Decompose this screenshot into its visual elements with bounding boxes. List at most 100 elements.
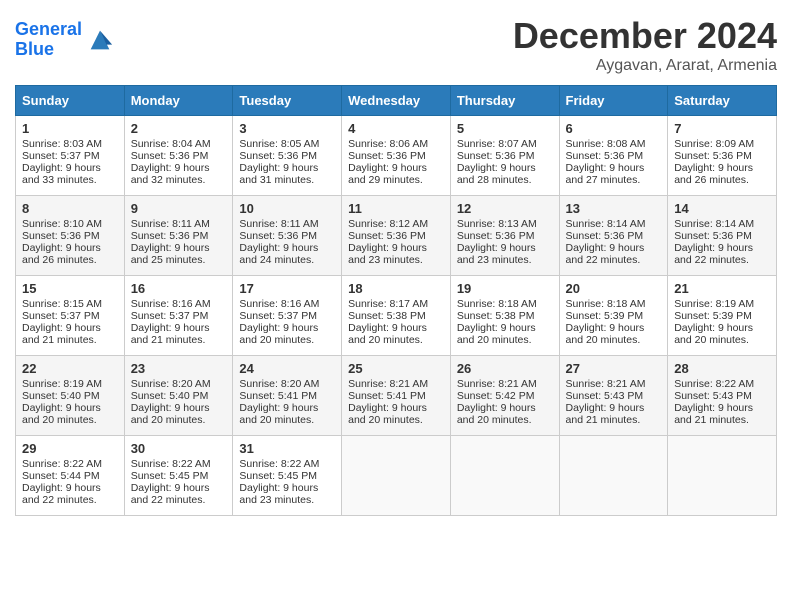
daylight-text: Daylight: 9 hours and 33 minutes. <box>22 162 101 186</box>
sunset-text: Sunset: 5:36 PM <box>457 150 535 162</box>
sunset-text: Sunset: 5:37 PM <box>131 310 209 322</box>
calendar-cell: 17Sunrise: 8:16 AMSunset: 5:37 PMDayligh… <box>233 276 342 356</box>
calendar-cell: 22Sunrise: 8:19 AMSunset: 5:40 PMDayligh… <box>16 356 125 436</box>
sunrise-text: Sunrise: 8:17 AM <box>348 298 428 310</box>
title-block: December 2024 Aygavan, Ararat, Armenia <box>513 15 777 75</box>
sunrise-text: Sunrise: 8:22 AM <box>131 458 211 470</box>
day-number: 17 <box>239 281 335 296</box>
sunset-text: Sunset: 5:40 PM <box>22 390 100 402</box>
sunset-text: Sunset: 5:36 PM <box>131 150 209 162</box>
sunset-text: Sunset: 5:36 PM <box>348 230 426 242</box>
day-number: 4 <box>348 121 444 136</box>
sunset-text: Sunset: 5:40 PM <box>131 390 209 402</box>
daylight-text: Daylight: 9 hours and 22 minutes. <box>131 482 210 506</box>
calendar-cell: 14Sunrise: 8:14 AMSunset: 5:36 PMDayligh… <box>668 196 777 276</box>
sunrise-text: Sunrise: 8:14 AM <box>674 218 754 230</box>
daylight-text: Daylight: 9 hours and 26 minutes. <box>674 162 753 186</box>
sunset-text: Sunset: 5:36 PM <box>674 150 752 162</box>
calendar-cell: 27Sunrise: 8:21 AMSunset: 5:43 PMDayligh… <box>559 356 668 436</box>
calendar-cell: 21Sunrise: 8:19 AMSunset: 5:39 PMDayligh… <box>668 276 777 356</box>
daylight-text: Daylight: 9 hours and 22 minutes. <box>674 242 753 266</box>
sunrise-text: Sunrise: 8:11 AM <box>131 218 210 230</box>
daylight-text: Daylight: 9 hours and 27 minutes. <box>566 162 645 186</box>
calendar-cell: 31Sunrise: 8:22 AMSunset: 5:45 PMDayligh… <box>233 436 342 516</box>
day-number: 12 <box>457 201 553 216</box>
calendar-cell: 9Sunrise: 8:11 AMSunset: 5:36 PMDaylight… <box>124 196 233 276</box>
sunset-text: Sunset: 5:36 PM <box>457 230 535 242</box>
day-number: 11 <box>348 201 444 216</box>
daylight-text: Daylight: 9 hours and 29 minutes. <box>348 162 427 186</box>
daylight-text: Daylight: 9 hours and 26 minutes. <box>22 242 101 266</box>
calendar-cell: 30Sunrise: 8:22 AMSunset: 5:45 PMDayligh… <box>124 436 233 516</box>
daylight-text: Daylight: 9 hours and 23 minutes. <box>239 482 318 506</box>
day-number: 3 <box>239 121 335 136</box>
calendar-cell: 28Sunrise: 8:22 AMSunset: 5:43 PMDayligh… <box>668 356 777 436</box>
sunset-text: Sunset: 5:43 PM <box>566 390 644 402</box>
calendar-cell: 13Sunrise: 8:14 AMSunset: 5:36 PMDayligh… <box>559 196 668 276</box>
sunrise-text: Sunrise: 8:22 AM <box>239 458 319 470</box>
calendar-week-row: 22Sunrise: 8:19 AMSunset: 5:40 PMDayligh… <box>16 356 777 436</box>
day-number: 16 <box>131 281 227 296</box>
calendar-cell: 25Sunrise: 8:21 AMSunset: 5:41 PMDayligh… <box>342 356 451 436</box>
month-year-title: December 2024 <box>513 15 777 57</box>
day-number: 5 <box>457 121 553 136</box>
daylight-text: Daylight: 9 hours and 20 minutes. <box>22 402 101 426</box>
calendar-cell: 6Sunrise: 8:08 AMSunset: 5:36 PMDaylight… <box>559 116 668 196</box>
day-number: 21 <box>674 281 770 296</box>
day-number: 9 <box>131 201 227 216</box>
daylight-text: Daylight: 9 hours and 23 minutes. <box>348 242 427 266</box>
sunrise-text: Sunrise: 8:16 AM <box>131 298 211 310</box>
daylight-text: Daylight: 9 hours and 20 minutes. <box>239 402 318 426</box>
day-number: 23 <box>131 361 227 376</box>
sunrise-text: Sunrise: 8:19 AM <box>22 378 102 390</box>
sunset-text: Sunset: 5:44 PM <box>22 470 100 482</box>
sunset-text: Sunset: 5:36 PM <box>22 230 100 242</box>
calendar-cell: 4 Sunrise: 8:06 AMSunset: 5:36 PMDaylight… <box>342 116 451 196</box>
logo-blue: Blue <box>15 39 54 59</box>
daylight-text: Daylight: 9 hours and 22 minutes. <box>22 482 101 506</box>
sunrise-text: Sunrise: 8:05 AM <box>239 138 319 150</box>
day-number: 13 <box>566 201 662 216</box>
sunset-text: Sunset: 5:36 PM <box>239 230 317 242</box>
calendar-cell: 29Sunrise: 8:22 AMSunset: 5:44 PMDayligh… <box>16 436 125 516</box>
day-number: 27 <box>566 361 662 376</box>
calendar-cell: 7Sunrise: 8:09 AMSunset: 5:36 PMDaylight… <box>668 116 777 196</box>
sunset-text: Sunset: 5:45 PM <box>131 470 209 482</box>
sunrise-text: Sunrise: 8:06 AM <box>348 138 428 150</box>
sunrise-text: Sunrise: 8:15 AM <box>22 298 102 310</box>
sunrise-text: Sunrise: 8:08 AM <box>566 138 646 150</box>
calendar-header-row: SundayMondayTuesdayWednesdayThursdayFrid… <box>16 86 777 116</box>
page-header: General Blue December 2024 Aygavan, Arar… <box>15 15 777 75</box>
sunrise-text: Sunrise: 8:22 AM <box>674 378 754 390</box>
day-number: 24 <box>239 361 335 376</box>
day-number: 28 <box>674 361 770 376</box>
daylight-text: Daylight: 9 hours and 20 minutes. <box>457 322 536 346</box>
header-saturday: Saturday <box>668 86 777 116</box>
sunset-text: Sunset: 5:41 PM <box>239 390 317 402</box>
daylight-text: Daylight: 9 hours and 23 minutes. <box>457 242 536 266</box>
sunrise-text: Sunrise: 8:04 AM <box>131 138 211 150</box>
day-number: 31 <box>239 441 335 456</box>
calendar-cell <box>668 436 777 516</box>
day-number: 7 <box>674 121 770 136</box>
day-number: 20 <box>566 281 662 296</box>
sunset-text: Sunset: 5:36 PM <box>348 150 426 162</box>
day-number: 6 <box>566 121 662 136</box>
day-number: 26 <box>457 361 553 376</box>
sunrise-text: Sunrise: 8:21 AM <box>457 378 537 390</box>
daylight-text: Daylight: 9 hours and 20 minutes. <box>674 322 753 346</box>
sunset-text: Sunset: 5:37 PM <box>239 310 317 322</box>
sunrise-text: Sunrise: 8:22 AM <box>22 458 102 470</box>
sunrise-text: Sunrise: 8:18 AM <box>457 298 537 310</box>
sunrise-text: Sunrise: 8:03 AM <box>22 138 102 150</box>
sunset-text: Sunset: 5:36 PM <box>674 230 752 242</box>
sunrise-text: Sunrise: 8:10 AM <box>22 218 102 230</box>
calendar-cell: 11Sunrise: 8:12 AMSunset: 5:36 PMDayligh… <box>342 196 451 276</box>
calendar-cell: 8 Sunrise: 8:10 AMSunset: 5:36 PMDaylight… <box>16 196 125 276</box>
day-number: 25 <box>348 361 444 376</box>
day-number: 8 <box>22 201 118 216</box>
day-number: 1 <box>22 121 118 136</box>
sunrise-text: Sunrise: 8:20 AM <box>239 378 319 390</box>
calendar-cell: 19Sunrise: 8:18 AMSunset: 5:38 PMDayligh… <box>450 276 559 356</box>
calendar-cell: 12Sunrise: 8:13 AMSunset: 5:36 PMDayligh… <box>450 196 559 276</box>
